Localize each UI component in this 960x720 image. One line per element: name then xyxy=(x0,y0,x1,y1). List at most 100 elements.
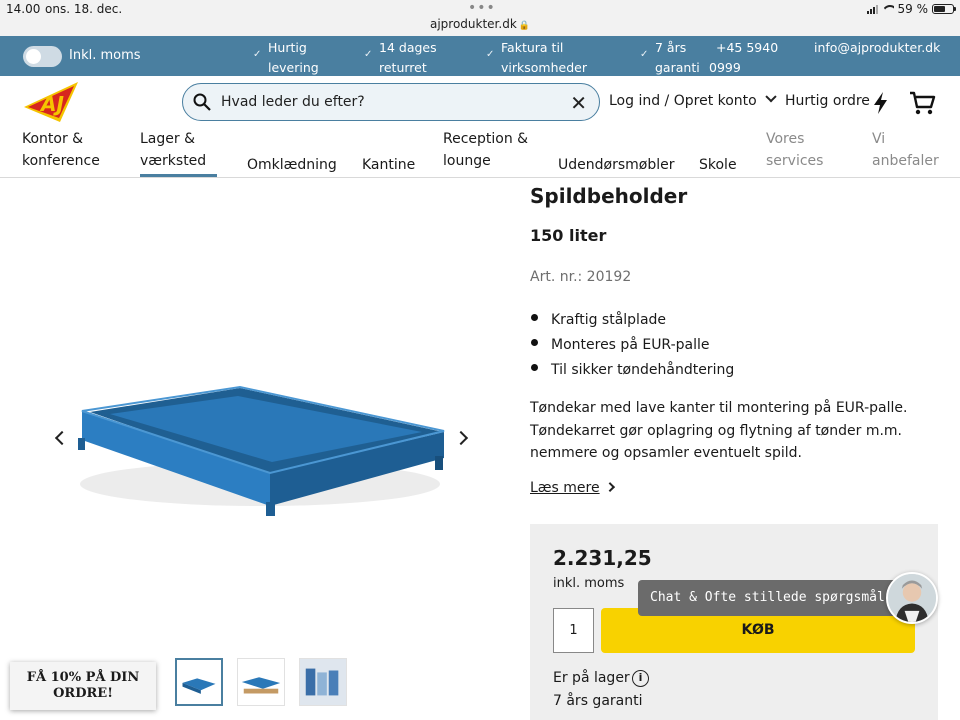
phone-line1: +45 5940 xyxy=(716,40,779,55)
warranty-text: 7 års garanti xyxy=(553,693,643,709)
feature-item: Kraftig stålplade xyxy=(530,308,734,333)
usp-invoice: ✓ Faktura til virksomheder xyxy=(486,38,587,78)
status-date: ons. 18. dec. xyxy=(45,2,123,16)
thumbnail-1[interactable] xyxy=(175,658,223,706)
search-input[interactable]: Hvad leder du efter? xyxy=(221,94,365,110)
nav-line1: Lager & xyxy=(140,131,196,147)
price: 2.231,25 xyxy=(553,546,652,570)
read-more-label: Læs mere xyxy=(530,480,600,496)
usp-line2: garanti xyxy=(655,60,700,75)
lock-icon: 🔒 xyxy=(518,21,530,31)
feature-item: Monteres på EUR-palle xyxy=(530,333,734,358)
chat-avatar[interactable] xyxy=(886,572,938,624)
chevron-right-icon xyxy=(604,482,615,493)
usp-line1: Faktura til xyxy=(501,40,564,55)
check-icon: ✓ xyxy=(253,49,262,60)
nav-line1: Kontor & xyxy=(22,131,84,147)
feature-item: Til sikker tøndehåndtering xyxy=(530,358,734,383)
usp-fast-delivery: ✓ Hurtig levering xyxy=(253,38,319,78)
login-button[interactable]: Log ind / Opret konto xyxy=(609,91,777,109)
vat-note: inkl. moms xyxy=(553,576,625,591)
info-bar: Inkl. moms ✓ Hurtig levering ✓ 14 dages … xyxy=(0,36,960,76)
thumbnail-tray-icon xyxy=(182,678,216,694)
usp-line1: 7 års xyxy=(655,40,687,55)
wifi-icon xyxy=(882,5,894,14)
nav-line1: Skole xyxy=(699,157,737,173)
phone-line2: 0999 xyxy=(709,60,741,75)
thumbnail-3[interactable] xyxy=(299,658,347,706)
vat-toggle-label: Inkl. moms xyxy=(69,48,141,63)
logo-text: AJ xyxy=(39,92,64,116)
nav-item-kantine[interactable]: Kantine xyxy=(362,154,415,176)
more-dots-icon[interactable]: ••• xyxy=(468,0,496,16)
ios-status-bar: 14.00 ons. 18. dec. ••• ajprodukter.dk 🔒 … xyxy=(0,0,960,36)
nav-line1: Kantine xyxy=(362,157,416,173)
nav-line1: Vi xyxy=(872,131,886,147)
check-icon: ✓ xyxy=(364,49,373,60)
usp-warranty: ✓ 7 års garanti xyxy=(640,38,700,78)
nav-line2: lounge xyxy=(443,153,491,169)
nav-item-kontor[interactable]: Kontor & konference xyxy=(22,128,100,172)
search-box[interactable]: Hvad leder du efter? ✕ xyxy=(182,83,600,121)
nav-line2: anbefaler xyxy=(872,153,939,169)
nav-line2: værksted xyxy=(140,153,207,169)
product-subtitle: 150 liter xyxy=(530,226,607,245)
product-image[interactable] xyxy=(60,374,460,524)
chat-tooltip[interactable]: Chat & Ofte stillede spørgsmål xyxy=(638,580,897,616)
usp-line1: Hurtig xyxy=(268,40,307,55)
toggle-knob xyxy=(26,49,41,64)
clear-search-icon[interactable]: ✕ xyxy=(570,91,587,115)
nav-line1: Reception & xyxy=(443,131,529,147)
usp-line2: levering xyxy=(268,60,319,75)
check-icon: ✓ xyxy=(640,49,649,60)
quantity-input[interactable]: 1 xyxy=(553,608,594,653)
person-avatar-icon xyxy=(888,574,936,622)
battery-icon xyxy=(932,4,956,14)
feature-list: Kraftig stålplade Monteres på EUR-palle … xyxy=(530,308,734,383)
product-description: Tøndekar med lave kanter til montering p… xyxy=(530,400,908,461)
cart-icon[interactable] xyxy=(908,89,936,117)
nav-item-omklaedning[interactable]: Omklædning xyxy=(247,154,337,176)
usp-line1: 14 dages xyxy=(379,40,437,55)
discount-promo-button[interactable]: FÅ 10% PÅ DIN ORDRE! xyxy=(10,662,156,710)
nav-item-anbefaler[interactable]: Vi anbefaler xyxy=(872,128,939,172)
search-icon[interactable] xyxy=(193,93,211,111)
thumbnail-2[interactable] xyxy=(237,658,285,706)
nav-line1: Udendørsmøbler xyxy=(558,157,675,173)
usp-line2: virksomheder xyxy=(501,60,587,75)
address-bar[interactable]: ajprodukter.dk 🔒 xyxy=(0,17,960,31)
nav-item-udendors[interactable]: Udendørsmøbler xyxy=(558,154,674,176)
usp-line2: returret xyxy=(379,60,427,75)
nav-line1: Omklædning xyxy=(247,157,337,173)
battery-percent: 59 % xyxy=(897,2,929,16)
nav-item-reception[interactable]: Reception & lounge xyxy=(443,128,528,172)
phone-link[interactable]: +45 5940 0999 xyxy=(709,38,778,78)
nav-item-lager[interactable]: Lager & værksted xyxy=(140,128,206,172)
vat-toggle[interactable] xyxy=(23,46,62,67)
quick-order-label: Hurtig ordre xyxy=(785,93,870,109)
thumbnail-strip xyxy=(175,658,347,706)
product-gallery xyxy=(0,179,510,654)
cellular-signal-icon xyxy=(866,4,878,14)
check-icon: ✓ xyxy=(486,49,495,60)
buy-box: 2.231,25 inkl. moms 1 KØB Er på lager i … xyxy=(530,524,938,720)
status-time: 14.00 xyxy=(6,2,41,16)
lightning-icon[interactable] xyxy=(871,91,891,115)
email-link[interactable]: info@ajprodukter.dk xyxy=(814,38,940,58)
nav-item-services[interactable]: Vores services xyxy=(766,128,823,172)
promo-line1: FÅ 10% PÅ DIN xyxy=(26,670,140,685)
stock-status: Er på lager xyxy=(553,670,630,686)
product-title: Spildbeholder xyxy=(530,184,688,208)
nav-line2: konference xyxy=(22,153,100,169)
address-url: ajprodukter.dk xyxy=(429,17,517,31)
info-icon[interactable]: i xyxy=(632,670,649,687)
thumbnail-barrels-icon xyxy=(300,659,346,705)
status-indicators: 59 % xyxy=(866,2,956,16)
usp-return: ✓ 14 dages returret xyxy=(364,38,437,78)
email-text: info@ajprodukter.dk xyxy=(814,40,941,55)
nav-item-skole[interactable]: Skole xyxy=(699,154,737,176)
nav-line2: services xyxy=(766,153,824,169)
quick-order-button[interactable]: Hurtig ordre xyxy=(785,93,870,109)
aj-logo[interactable]: AJ xyxy=(24,80,82,124)
read-more-link[interactable]: Læs mere xyxy=(530,480,615,496)
